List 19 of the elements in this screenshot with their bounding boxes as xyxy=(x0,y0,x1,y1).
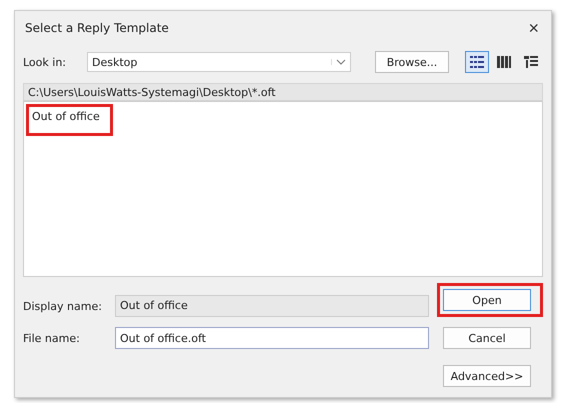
display-name-field: Out of office xyxy=(115,295,429,317)
window-title: Select a Reply Template xyxy=(24,21,169,35)
look-in-dropdown[interactable]: Desktop xyxy=(87,52,351,72)
file-name-label: File name: xyxy=(23,332,81,344)
columns-view-icon xyxy=(496,55,512,69)
path-bar: C:\Users\LouisWatts-Systemagi\Desktop\*.oft xyxy=(23,83,543,101)
list-view-icon xyxy=(469,55,485,69)
list-view-button[interactable] xyxy=(465,51,489,73)
file-item[interactable]: Out of office xyxy=(26,104,113,136)
browse-button[interactable]: Browse... xyxy=(375,51,449,73)
file-name-field[interactable]: Out of office.oft xyxy=(115,327,429,349)
dialog-button[interactable]: Open xyxy=(443,289,531,311)
look-in-label: Look in: xyxy=(23,56,67,68)
dialog-button[interactable]: Cancel xyxy=(443,327,531,349)
display-name-label: Display name: xyxy=(23,300,103,312)
caret-icon xyxy=(331,59,346,65)
dialog-button[interactable]: Advanced>> xyxy=(443,365,531,387)
close-button[interactable]: × xyxy=(524,18,543,38)
details-view-icon xyxy=(523,55,539,69)
